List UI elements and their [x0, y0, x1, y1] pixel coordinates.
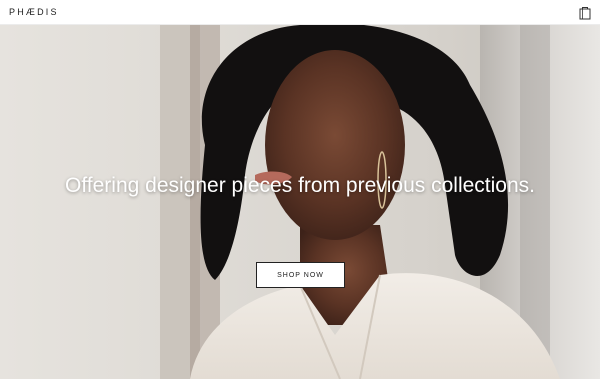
hero-banner: Offering designer pieces from previous c…	[0, 25, 600, 379]
hero-photo	[0, 25, 600, 379]
shopping-bag-icon[interactable]	[578, 6, 592, 20]
top-navigation-bar: PHÆDIS	[0, 0, 600, 25]
hero-headline: Offering designer pieces from previous c…	[64, 174, 535, 197]
brand-logo[interactable]: PHÆDIS	[9, 7, 59, 17]
shop-now-button[interactable]: SHOP NOW	[256, 262, 345, 288]
